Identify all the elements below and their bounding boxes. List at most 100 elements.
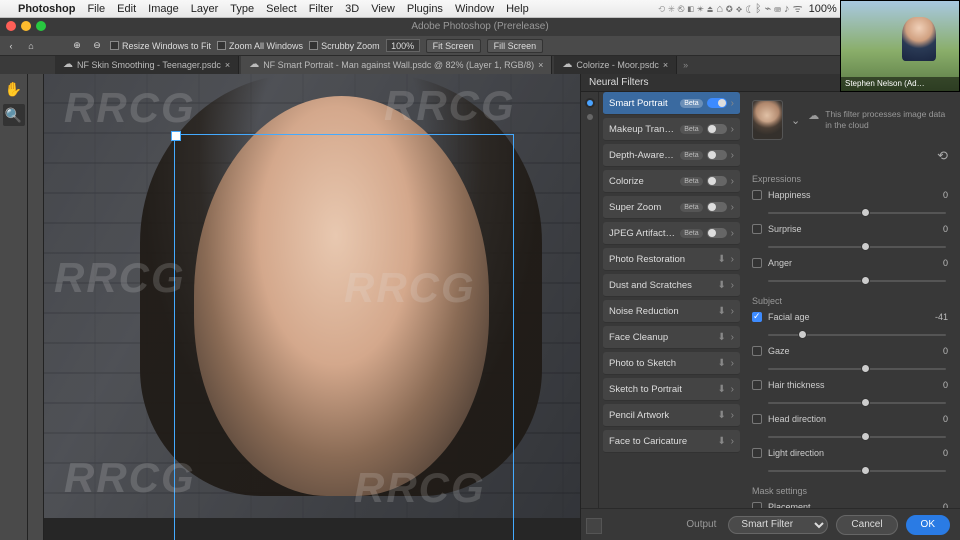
slider-happiness[interactable]	[768, 208, 960, 218]
category-featured[interactable]	[587, 100, 593, 106]
hand-tool[interactable]: ✋	[3, 78, 25, 100]
slider-head-direction[interactable]	[768, 432, 960, 442]
minimize-icon[interactable]	[21, 21, 31, 31]
slider-value: -41	[926, 312, 948, 322]
slider-light-direction[interactable]	[768, 466, 960, 476]
filter-row-pencil-artwork[interactable]: Pencil Artwork⬇›	[603, 404, 740, 427]
filter-toggle[interactable]	[707, 150, 727, 160]
canvas[interactable]: RRCG RRCG RRCG RRCG RRCG RRCG 81.99% 524…	[44, 74, 580, 540]
download-icon[interactable]: ⬇	[717, 410, 727, 421]
menu-view[interactable]: View	[371, 3, 395, 15]
close-tab-icon[interactable]: ×	[225, 56, 230, 74]
maximize-icon[interactable]	[36, 21, 46, 31]
checkbox-hair-thickness[interactable]	[752, 380, 762, 390]
filter-row-dust-and-scratches[interactable]: Dust and Scratches⬇›	[603, 274, 740, 297]
filter-row-smart-portrait[interactable]: Smart PortraitBeta›	[603, 92, 740, 115]
checkbox-anger[interactable]	[752, 258, 762, 268]
checkbox-facial-age[interactable]	[752, 312, 762, 322]
slider-row-surprise: Surprise 0	[752, 224, 948, 234]
filter-row-makeup-transfer[interactable]: Makeup TransferBeta›	[603, 118, 740, 141]
resize-windows-checkbox[interactable]: Resize Windows to Fit	[110, 41, 211, 51]
zoom-tool[interactable]: 🔍	[3, 104, 25, 126]
tabs-overflow-icon[interactable]: »	[683, 60, 688, 70]
menu-filter[interactable]: Filter	[309, 3, 333, 15]
filter-row-sketch-to-portrait[interactable]: Sketch to Portrait⬇›	[603, 378, 740, 401]
filter-toggle[interactable]	[707, 124, 727, 134]
tab-smart-portrait[interactable]: ☁NF Smart Portrait - Man against Wall.ps…	[241, 56, 552, 74]
mac-menubar: Photoshop File Edit Image Layer Type Sel…	[0, 0, 960, 18]
download-icon[interactable]: ⬇	[717, 254, 727, 265]
menu-help[interactable]: Help	[506, 3, 529, 15]
filter-row-face-to-caricature[interactable]: Face to Caricature⬇›	[603, 430, 740, 453]
cancel-button[interactable]: Cancel	[836, 515, 897, 535]
zoom-in-icon[interactable]: ⊕	[70, 39, 84, 53]
menu-edit[interactable]: Edit	[117, 3, 136, 15]
download-icon[interactable]: ⬇	[717, 306, 727, 317]
zoom-input[interactable]	[386, 39, 420, 52]
checkbox-happiness[interactable]	[752, 190, 762, 200]
slider-gaze[interactable]	[768, 364, 960, 374]
checkbox-surprise[interactable]	[752, 224, 762, 234]
menu-window[interactable]: Window	[455, 3, 494, 15]
fill-screen-button[interactable]: Fill Screen	[487, 39, 544, 53]
filter-row-jpeg-artifacts-r-[interactable]: JPEG Artifacts R…Beta›	[603, 222, 740, 245]
menu-type[interactable]: Type	[230, 3, 254, 15]
filter-row-photo-restoration[interactable]: Photo Restoration⬇›	[603, 248, 740, 271]
window-controls[interactable]	[6, 21, 46, 31]
preview-toggle-icon[interactable]	[586, 518, 602, 534]
download-icon[interactable]: ⬇	[717, 384, 727, 395]
filter-row-super-zoom[interactable]: Super ZoomBeta›	[603, 196, 740, 219]
zoom-all-checkbox[interactable]: Zoom All Windows	[217, 41, 303, 51]
chevron-right-icon: ›	[731, 150, 734, 161]
download-icon[interactable]: ⬇	[717, 280, 727, 291]
filter-toggle[interactable]	[707, 228, 727, 238]
reset-icon[interactable]: ⟲	[937, 148, 948, 163]
menu-3d[interactable]: 3D	[345, 3, 359, 15]
tab-skin-smoothing[interactable]: ☁NF Skin Smoothing - Teenager.psdc×	[55, 56, 239, 74]
filter-toggle[interactable]	[707, 98, 727, 108]
filter-row-colorize[interactable]: ColorizeBeta›	[603, 170, 740, 193]
menu-image[interactable]: Image	[148, 3, 179, 15]
tab-colorize[interactable]: ☁Colorize - Moor.psdc×	[554, 56, 677, 74]
menu-file[interactable]: File	[87, 3, 105, 15]
download-icon[interactable]: ⬇	[717, 332, 727, 343]
category-beta[interactable]	[587, 114, 593, 120]
fit-screen-button[interactable]: Fit Screen	[426, 39, 481, 53]
output-select[interactable]: Smart Filter	[728, 516, 828, 534]
back-icon[interactable]: ‹	[4, 39, 18, 53]
menu-select[interactable]: Select	[266, 3, 297, 15]
face-dropdown-icon[interactable]: ⌄	[791, 114, 800, 127]
filter-name: Pencil Artwork	[609, 410, 713, 421]
filter-row-depth-aware-h-[interactable]: Depth-Aware H…Beta›	[603, 144, 740, 167]
ok-button[interactable]: OK	[906, 515, 950, 535]
checkbox-head-direction[interactable]	[752, 414, 762, 424]
filter-row-noise-reduction[interactable]: Noise Reduction⬇›	[603, 300, 740, 323]
checkbox-light-direction[interactable]	[752, 448, 762, 458]
filter-row-photo-to-sketch[interactable]: Photo to Sketch⬇›	[603, 352, 740, 375]
download-icon[interactable]: ⬇	[717, 436, 727, 447]
chevron-right-icon: ›	[731, 124, 734, 135]
close-tab-icon[interactable]: ×	[538, 56, 543, 74]
menu-layer[interactable]: Layer	[191, 3, 219, 15]
face-thumbnail[interactable]	[752, 100, 783, 140]
filter-row-face-cleanup[interactable]: Face Cleanup⬇›	[603, 326, 740, 349]
zoom-out-icon[interactable]: ⊖	[90, 39, 104, 53]
download-icon[interactable]: ⬇	[717, 358, 727, 369]
status-icons: ⟲ ✳ ⎋ ◧ ✴ ⏏ ⌂ ✪ ❖ ☾ ᛒ ⌁ ⌨ ♪ ᯤ	[658, 1, 802, 16]
checkbox-placement[interactable]	[752, 502, 762, 508]
slider-facial-age[interactable]	[768, 330, 960, 340]
checkbox-gaze[interactable]	[752, 346, 762, 356]
menu-plugins[interactable]: Plugins	[407, 3, 443, 15]
close-tab-icon[interactable]: ×	[663, 56, 668, 74]
slider-anger[interactable]	[768, 276, 960, 286]
filter-toggle[interactable]	[707, 202, 727, 212]
slider-label: Light direction	[768, 448, 920, 458]
chevron-right-icon: ›	[731, 176, 734, 187]
filter-toggle[interactable]	[707, 176, 727, 186]
close-icon[interactable]	[6, 21, 16, 31]
menu-app[interactable]: Photoshop	[18, 3, 75, 15]
slider-hair-thickness[interactable]	[768, 398, 960, 408]
slider-surprise[interactable]	[768, 242, 960, 252]
scrubby-checkbox[interactable]: Scrubby Zoom	[309, 41, 380, 51]
home-icon[interactable]: ⌂	[24, 39, 38, 53]
